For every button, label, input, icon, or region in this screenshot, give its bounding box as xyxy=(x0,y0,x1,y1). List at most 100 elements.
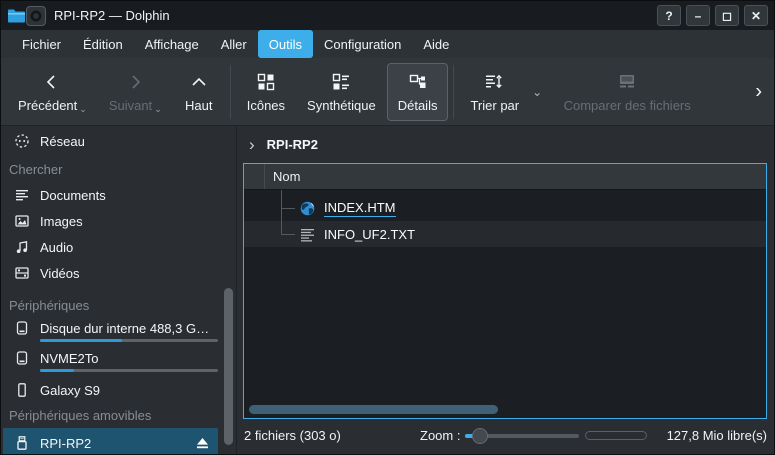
compare-files-button: Comparer des fichiers xyxy=(552,63,702,121)
menubar: Fichier Édition Affichage Aller Outils C… xyxy=(1,30,774,58)
music-note-icon xyxy=(14,239,30,255)
menu-edition[interactable]: Édition xyxy=(72,30,134,58)
document-icon xyxy=(14,187,30,203)
compare-files-label: Comparer des fichiers xyxy=(564,98,691,113)
section-title-peripheriques: Périphériques xyxy=(1,292,236,318)
folder-app-icon xyxy=(7,8,26,24)
help-button[interactable]: ? xyxy=(657,5,681,26)
free-space-bar xyxy=(585,431,647,440)
menu-aide[interactable]: Aide xyxy=(412,30,460,58)
sort-by-label: Trier par xyxy=(470,98,519,113)
menu-fichier[interactable]: Fichier xyxy=(11,30,72,58)
globe-html-icon xyxy=(299,200,316,217)
breadcrumb: › RPI-RP2 xyxy=(237,126,774,163)
icons-view-icon xyxy=(256,71,276,93)
titlebar: RPI-RP2 — Dolphin ? – ◻ ✕ xyxy=(1,1,774,30)
file-row-info-uf2-txt[interactable]: INFO_UF2.TXT xyxy=(244,221,766,247)
places-panel: Réseau Chercher Documents xyxy=(1,126,237,454)
back-chevron-icon xyxy=(43,71,61,93)
compare-files-icon xyxy=(616,71,638,93)
up-button[interactable]: Haut xyxy=(173,63,225,121)
sidebar-item-videos[interactable]: Vidéos xyxy=(1,260,236,286)
sidebar-item-galaxy-s9[interactable]: Galaxy S9 xyxy=(1,378,236,402)
toolbar-separator xyxy=(230,65,231,119)
sidebar-item-nvme2to[interactable]: NVME2To xyxy=(1,348,236,378)
window-title: RPI-RP2 — Dolphin xyxy=(54,8,170,23)
column-header-nom[interactable]: Nom xyxy=(265,169,300,184)
details-view-button[interactable]: Détails xyxy=(387,63,449,121)
icons-view-label: Icônes xyxy=(247,98,285,113)
details-view-icon xyxy=(408,71,428,93)
sidebar-item-label: Réseau xyxy=(40,134,85,149)
caret-down-icon[interactable]: ⌄ xyxy=(532,85,542,99)
section-title-peripheriques-amovibles: Périphériques amovibles xyxy=(1,402,236,428)
file-name: INFO_UF2.TXT xyxy=(324,227,415,242)
sidebar-item-rpi-rp2[interactable]: RPI-RP2 xyxy=(3,428,218,454)
harddrive-icon xyxy=(14,320,30,336)
sidebar-item-audio[interactable]: Audio xyxy=(1,234,236,260)
menu-configuration[interactable]: Configuration xyxy=(313,30,412,58)
caret-down-icon: ⌄ xyxy=(154,105,162,113)
tree-connector xyxy=(265,195,287,221)
back-label: Précédent xyxy=(18,98,77,113)
up-chevron-icon xyxy=(190,71,208,93)
sidebar-item-label: NVME2To xyxy=(40,351,99,366)
sidebar-item-label: Images xyxy=(40,214,83,229)
sidebar-scrollbar[interactable] xyxy=(224,288,233,445)
content-area: › RPI-RP2 Nom xyxy=(237,126,774,454)
files-summary: 2 fichiers (303 o) xyxy=(244,428,341,443)
phone-icon xyxy=(14,382,30,398)
harddrive-icon xyxy=(14,350,30,366)
forward-button: Suivant⌄ xyxy=(98,63,173,121)
device-badge-icon xyxy=(26,6,46,26)
section-title-chercher: Chercher xyxy=(1,156,236,182)
disk-usage-bar xyxy=(40,369,218,372)
network-icon xyxy=(14,133,30,149)
compact-view-icon xyxy=(331,71,351,93)
sidebar-item-images[interactable]: Images xyxy=(1,208,236,234)
horizontal-scrollbar[interactable] xyxy=(249,405,498,414)
menu-outils[interactable]: Outils xyxy=(258,30,313,58)
menu-affichage[interactable]: Affichage xyxy=(134,30,210,58)
up-label: Haut xyxy=(185,98,212,113)
tree-connector xyxy=(265,221,287,247)
forward-label: Suivant xyxy=(109,98,152,113)
column-header-row: Nom xyxy=(244,164,766,190)
icons-view-button[interactable]: Icônes xyxy=(236,63,296,121)
sidebar-item-reseau[interactable]: Réseau xyxy=(1,128,236,154)
details-view-label: Détails xyxy=(398,98,438,113)
sort-icon xyxy=(484,71,506,93)
sidebar-item-label: Documents xyxy=(40,188,106,203)
sidebar-item-label: Audio xyxy=(40,240,73,255)
caret-down-icon: ⌄ xyxy=(79,105,87,113)
compact-view-button[interactable]: Synthétique xyxy=(296,63,387,121)
zoom-label: Zoom : xyxy=(420,428,460,443)
close-button[interactable]: ✕ xyxy=(744,5,768,26)
details-view: Nom INDEX.HTM xyxy=(243,163,767,419)
zoom-slider-handle[interactable] xyxy=(472,428,488,444)
sidebar-item-label: RPI-RP2 xyxy=(40,436,91,451)
compact-view-label: Synthétique xyxy=(307,98,376,113)
sidebar-item-label: Galaxy S9 xyxy=(40,383,100,398)
minimize-button[interactable]: – xyxy=(686,5,710,26)
sidebar-item-disque-dur[interactable]: Disque dur interne 488,3 G… xyxy=(1,318,236,348)
breadcrumb-chevron-icon[interactable]: › xyxy=(249,136,255,153)
dolphin-window: RPI-RP2 — Dolphin ? – ◻ ✕ Fichier Éditio… xyxy=(0,0,775,455)
sidebar-item-documents[interactable]: Documents xyxy=(1,182,236,208)
eject-icon[interactable] xyxy=(195,436,210,450)
file-row-index-htm[interactable]: INDEX.HTM xyxy=(244,195,766,221)
toolbar-separator xyxy=(453,65,454,119)
breadcrumb-location[interactable]: RPI-RP2 xyxy=(267,137,318,152)
sidebar-item-label: Vidéos xyxy=(40,266,80,281)
disk-usage-bar xyxy=(40,339,218,342)
usb-drive-icon xyxy=(14,435,30,451)
forward-chevron-icon xyxy=(126,71,144,93)
zoom-slider[interactable] xyxy=(465,427,579,445)
maximize-button[interactable]: ◻ xyxy=(715,5,739,26)
toolbar: Précédent⌄ Suivant⌄ Haut xyxy=(1,58,774,126)
back-button[interactable]: Précédent⌄ xyxy=(7,63,98,121)
toolbar-overflow-chevron[interactable]: › xyxy=(755,80,762,103)
sort-by-button[interactable]: Trier par xyxy=(459,63,530,121)
menu-aller[interactable]: Aller xyxy=(210,30,258,58)
statusbar: 2 fichiers (303 o) Zoom : 127,8 Mio libr… xyxy=(237,419,774,454)
